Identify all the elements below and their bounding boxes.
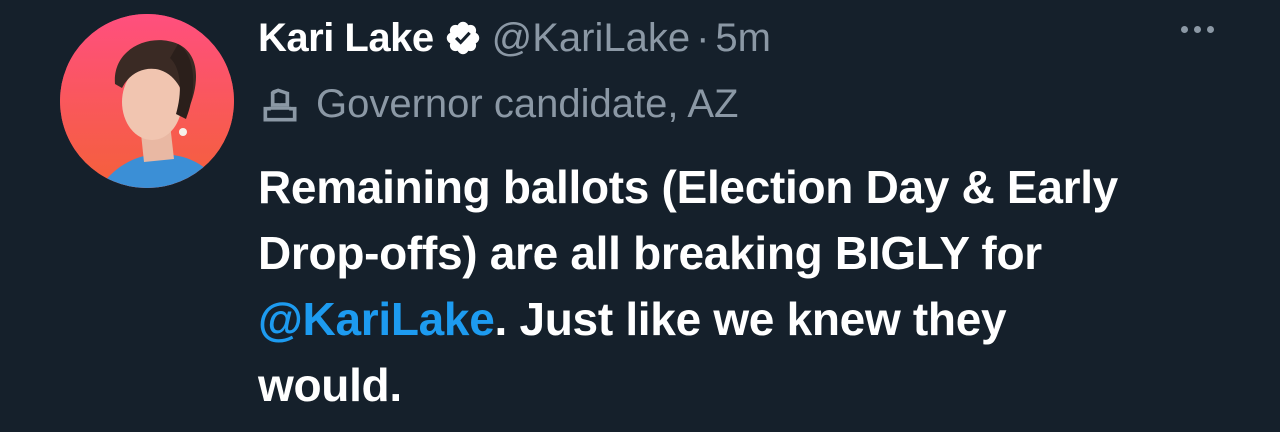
verified-badge-icon — [444, 19, 482, 57]
affiliation-label: Governor candidate, AZ — [258, 82, 738, 127]
affiliation-label-text: Governor candidate, AZ — [316, 82, 739, 126]
user-handle[interactable]: @KariLake — [492, 16, 690, 61]
more-options-icon[interactable] — [1181, 26, 1214, 33]
tweet[interactable]: Kari Lake @KariLake · 5m Governor candid… — [0, 0, 1280, 432]
timestamp[interactable]: 5m — [715, 16, 771, 61]
mention-link[interactable]: @KariLake — [258, 293, 495, 345]
ballot-box-icon — [258, 83, 302, 127]
tweet-text-line: Remaining ballots (Election Day & Early — [258, 161, 1118, 213]
tweet-text: Remaining ballots (Election Day & Early … — [258, 154, 1248, 418]
tweet-text-fragment: . Just like we knew they — [494, 293, 1007, 345]
avatar[interactable] — [60, 14, 234, 188]
display-name[interactable]: Kari Lake — [258, 16, 434, 61]
separator-dot: · — [696, 15, 710, 60]
tweet-text-line: Drop-offs) are all breaking BIGLY for — [258, 227, 1042, 279]
tweet-text-line: @KariLake. Just like we knew they — [258, 286, 1248, 352]
tweet-text-line: would. — [258, 359, 402, 411]
tweet-header: Kari Lake @KariLake · 5m — [258, 12, 771, 64]
avatar-portrait-image — [60, 14, 234, 188]
